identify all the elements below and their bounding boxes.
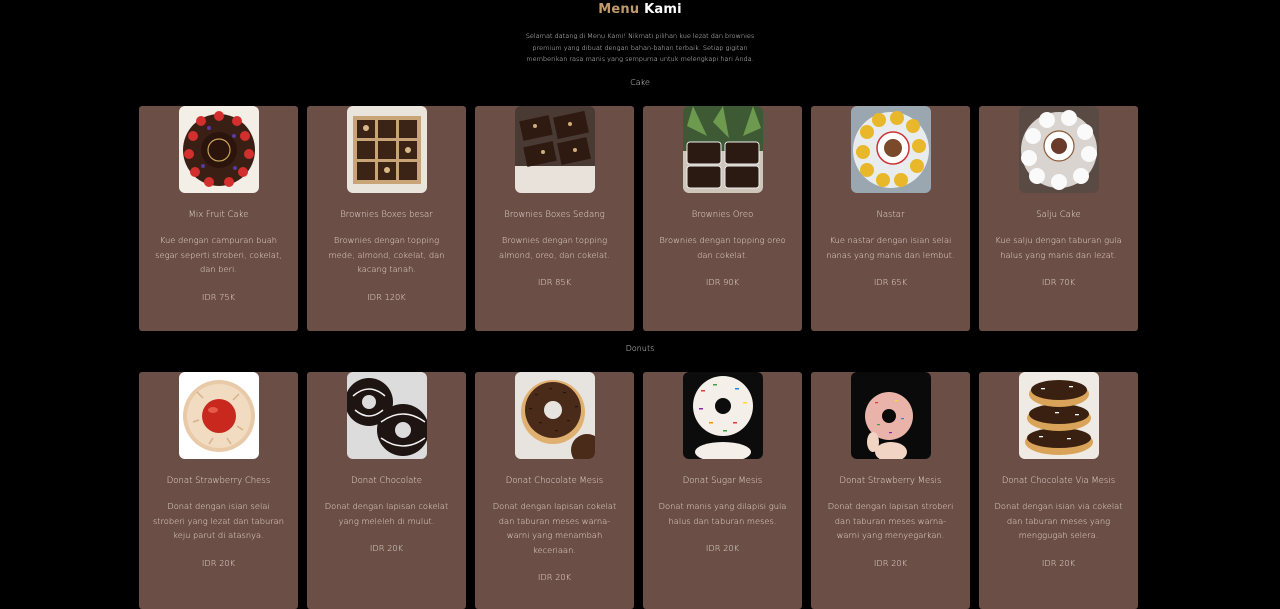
- item-name: Salju Cake: [1036, 210, 1081, 220]
- item-description: Donat dengan lapisan cokelat yang melele…: [324, 501, 449, 526]
- item-price: IDR 70K: [1041, 277, 1076, 287]
- donat-strawberry-mesis-image: [850, 372, 931, 459]
- menu-card[interactable]: Nastar Kue nastar dengan isian selai nan…: [811, 106, 970, 331]
- page-title: Menu Kami: [0, 2, 1280, 17]
- item-price: IDR 20K: [1041, 557, 1076, 568]
- menu-card[interactable]: Donat Strawberry Chess Donat dengan isia…: [139, 372, 298, 609]
- menu-card[interactable]: Salju Cake Kue salju dengan taburan gula…: [979, 106, 1138, 331]
- donat-sugar-mesis-image: [682, 372, 763, 459]
- item-price: IDR 65K: [873, 277, 908, 287]
- menu-card[interactable]: Brownies Boxes Sedang Brownies dengan to…: [475, 106, 634, 331]
- item-description: Donat dengan isian via cokelat dan tabur…: [994, 501, 1123, 540]
- item-description: Kue nastar dengan isian selai nanas yang…: [826, 235, 955, 260]
- item-name: Donat Sugar Mesis: [682, 476, 763, 486]
- item-name: Donat Chocolate: [351, 476, 422, 486]
- item-price: IDR 20K: [369, 543, 404, 553]
- title-accent: Menu: [598, 2, 640, 17]
- item-description: Brownies dengan topping oreo dan cokelat…: [659, 235, 786, 260]
- menu-card[interactable]: Donat Chocolate Donat dengan lapisan cok…: [307, 372, 466, 609]
- brownies-boxes-sedang-image: [514, 106, 595, 193]
- brownies-boxes-besar-image: [346, 106, 427, 193]
- donat-chocolate-via-mesis-image: [1018, 372, 1099, 459]
- section-label-donuts: Donuts: [625, 344, 655, 353]
- section-label-cake: Cake: [630, 78, 650, 87]
- item-price: IDR 20K: [705, 543, 740, 553]
- item-description: Kue dengan campuran buah segar seperti s…: [155, 235, 282, 274]
- item-price: IDR 20K: [537, 572, 572, 582]
- menu-header: Menu Kami Selamat datang di Menu Kami! N…: [0, 0, 1280, 66]
- donat-chocolate-mesis-image: [514, 372, 595, 459]
- item-price: IDR 20K: [201, 557, 236, 568]
- menu-card[interactable]: Mix Fruit Cake Kue dengan campuran buah …: [139, 106, 298, 331]
- item-name: Donat Chocolate Via Mesis: [1001, 476, 1116, 486]
- item-description: Brownies dengan topping mede, almond, co…: [328, 235, 445, 274]
- donuts-card-row: Donat Strawberry Chess Donat dengan isia…: [139, 372, 1138, 609]
- item-description: Brownies dengan topping almond, oreo, da…: [499, 235, 610, 260]
- item-name: Brownies Boxes Sedang: [504, 210, 605, 220]
- donat-chocolate-image: [346, 372, 427, 459]
- menu-card[interactable]: Brownies Oreo Brownies dengan topping or…: [643, 106, 802, 331]
- item-name: Nastar: [876, 210, 905, 220]
- salju-cake-image: [1018, 106, 1099, 193]
- item-description: Donat dengan lapisan stroberi dan tabura…: [827, 501, 954, 540]
- item-name: Donat Strawberry Chess: [166, 476, 271, 486]
- menu-card[interactable]: Brownies Boxes besar Brownies dengan top…: [307, 106, 466, 331]
- item-description: Donat dengan lapisan cokelat dan taburan…: [492, 501, 617, 555]
- menu-card[interactable]: Donat Chocolate Via Mesis Donat dengan i…: [979, 372, 1138, 609]
- mix-fruit-cake-image: [178, 106, 259, 193]
- brownies-oreo-image: [682, 106, 763, 193]
- item-name: Donat Chocolate Mesis: [505, 476, 604, 486]
- intro-text: Selamat datang di Menu Kami! Nikmati pil…: [525, 32, 755, 63]
- item-description: Donat dengan isian selai stroberi yang l…: [152, 501, 285, 540]
- title-rest: Kami: [644, 2, 682, 17]
- item-price: IDR 120K: [367, 291, 406, 302]
- menu-card[interactable]: Donat Strawberry Mesis Donat dengan lapi…: [811, 372, 970, 609]
- nastar-image: [850, 106, 931, 193]
- item-name: Donat Strawberry Mesis: [839, 476, 942, 486]
- menu-card[interactable]: Donat Sugar Mesis Donat manis yang dilap…: [643, 372, 802, 609]
- item-name: Brownies Oreo: [691, 210, 754, 220]
- menu-card[interactable]: Donat Chocolate Mesis Donat dengan lapis…: [475, 372, 634, 609]
- item-name: Brownies Boxes besar: [340, 210, 433, 220]
- item-description: Donat manis yang dilapisi gula halus dan…: [658, 501, 787, 526]
- item-price: IDR 90K: [705, 277, 740, 287]
- item-price: IDR 85K: [537, 277, 572, 287]
- donat-strawberry-chess-image: [178, 372, 259, 459]
- item-price: IDR 75K: [201, 291, 236, 302]
- item-description: Kue salju dengan taburan gula halus yang…: [995, 235, 1122, 260]
- item-price: IDR 20K: [873, 557, 908, 568]
- cake-card-row: Mix Fruit Cake Kue dengan campuran buah …: [139, 106, 1138, 331]
- item-name: Mix Fruit Cake: [188, 210, 249, 220]
